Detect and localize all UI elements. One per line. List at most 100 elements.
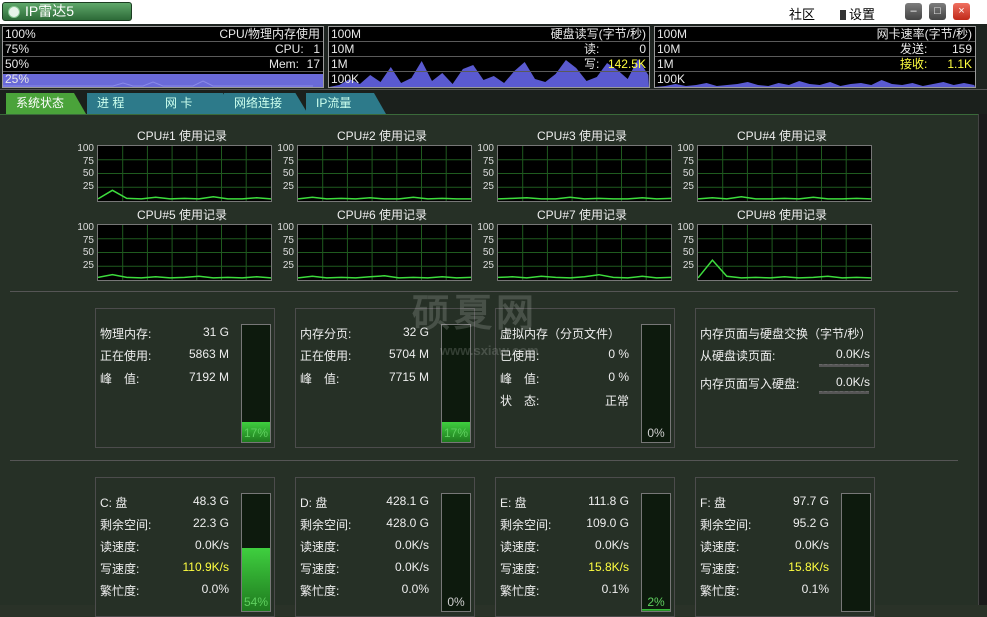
settings-link[interactable]: 设置 <box>840 4 875 23</box>
cpu8-history-title: CPU#8 使用记录 <box>736 208 828 222</box>
virtual-used-value: 0 % <box>608 347 629 361</box>
cpu-axis-tick: 100 <box>477 222 494 233</box>
read-label: 读速度: <box>700 540 740 554</box>
close-button[interactable]: × <box>953 3 970 20</box>
app-title-badge: IP雷达5 <box>2 2 132 21</box>
busy-label: 繁忙度: <box>500 584 540 598</box>
free-value: 109.0 G <box>586 516 629 530</box>
read-value: 0.0K/s <box>194 538 229 552</box>
page-usage-bar: 17% <box>441 324 471 443</box>
page-peak-value: 7715 M <box>388 370 429 384</box>
tab-connections[interactable]: 网络连接 <box>224 93 308 114</box>
cpu3-history-title: CPU#3 使用记录 <box>536 129 628 143</box>
write-value: 15.8K/s <box>788 560 829 574</box>
page-used-label: 正在使用: <box>300 349 352 363</box>
divider-2 <box>10 460 958 461</box>
disk-usage-percent: 2% <box>647 595 665 609</box>
minimize-button[interactable]: – <box>905 3 922 20</box>
cpu-axis-tick: 100 <box>677 222 694 233</box>
disk-total: 97.7 G <box>792 494 829 508</box>
tab-ip-traffic[interactable]: IP流量 <box>306 93 386 114</box>
disk-level-10m: 10M <box>331 42 355 56</box>
cpu-axis-tick: 100 <box>77 143 94 154</box>
physical-memory-panel: 物理内存: 31 G 正在使用: 5863 M 峰 值: 7192 M 17% <box>95 308 275 448</box>
read-label: 读速度: <box>500 540 540 554</box>
busy-value: 0.1% <box>801 582 829 596</box>
tab-system-status[interactable]: 系统状态 <box>6 93 86 114</box>
virtual-status-label: 状 态: <box>500 394 540 408</box>
cpu5-usage-line <box>97 273 272 279</box>
cpu6-history-graph <box>297 224 472 281</box>
cpu-axis-tick: 100 <box>277 222 294 233</box>
cpu-axis-tick: 25 <box>282 180 294 192</box>
cpu4-axis: 100 75 50 25 <box>674 143 694 193</box>
swap-out-label: 内存页面写入硬盘: <box>700 377 800 391</box>
disk-level-100m: 100M <box>331 27 362 41</box>
cpu4-history-graph <box>697 145 872 202</box>
net-send-value: 159 <box>951 42 972 56</box>
cpu-axis-tick: 75 <box>282 234 294 246</box>
cpu-axis-tick: 50 <box>82 168 94 179</box>
phys-usage-bar: 17% <box>241 324 271 443</box>
watermark-text: 硕夏网 <box>412 293 539 335</box>
disk-name: C: 盘 <box>100 496 128 510</box>
cpu6-history-title: CPU#6 使用记录 <box>336 208 428 222</box>
disk-panel: E: 盘 111.8 G 剩余空间: 109.0 G 读速度: 0.0K/s 写速度: 15.… <box>495 477 675 617</box>
swap-in-value: 0.0K/s <box>835 347 870 361</box>
cpu2-history-graph <box>297 145 472 202</box>
write-value: 110.9K/s <box>182 560 229 574</box>
swap-in-label: 从硬盘读页面: <box>700 349 776 363</box>
virtual-peak-value: 0 % <box>608 370 629 384</box>
tab-network-card[interactable]: 网 卡 <box>155 93 235 114</box>
virtual-usage-percent: 0% <box>647 426 665 440</box>
cpu-mem-monitor: 100% CPU/物理内存使用 75% CPU: 1 50% Mem: 17 25% <box>2 26 324 88</box>
phys-usage-percent: 17% <box>243 426 269 440</box>
disk-panel: C: 盘 48.3 G 剩余空间: 22.3 G 读速度: 0.0K/s 写速度: 110.9… <box>95 477 275 617</box>
app-title: IP雷达5 <box>25 3 75 19</box>
cpu-label: CPU: <box>275 42 304 56</box>
mem-value: 17 <box>306 57 320 71</box>
cpu3-usage-line <box>497 196 672 200</box>
read-value: 0.0K/s <box>394 538 429 552</box>
cpu-axis-tick: 50 <box>682 168 694 179</box>
cpu-axis-tick: 50 <box>282 168 294 179</box>
free-value: 22.3 G <box>192 516 229 530</box>
cpu-axis-tick: 25 <box>482 180 494 192</box>
disk-usage-fill <box>642 608 670 611</box>
disk-usage-bar <box>841 493 871 612</box>
cpu6-axis: 100 75 50 25 <box>274 222 294 272</box>
disk-usage-bar: 0% <box>441 493 471 612</box>
net-level-1m: 1M <box>657 57 674 71</box>
cpu-axis-tick: 50 <box>482 247 494 258</box>
phys-total-label: 物理内存: <box>100 327 152 341</box>
title-bar: IP雷达5 社区 设置 – □ × <box>0 0 987 24</box>
disk-level-1m: 1M <box>331 57 348 71</box>
app-logo-icon <box>8 6 20 18</box>
phys-used-label: 正在使用: <box>100 349 152 363</box>
cpu-value: 1 <box>313 42 320 56</box>
busy-value: 0.1% <box>601 582 629 596</box>
cpu-axis-tick: 100 <box>77 222 94 233</box>
cpu-axis-tick: 100 <box>477 143 494 154</box>
cpu5-history-title: CPU#5 使用记录 <box>136 208 228 222</box>
phys-peak-value: 7192 M <box>188 370 229 384</box>
vertical-scrollbar[interactable] <box>978 114 987 605</box>
cpu8-usage-line <box>697 258 872 279</box>
disk-usage-bar: 2% <box>641 493 671 612</box>
disk-panel: F: 盘 97.7 G 剩余空间: 95.2 G 读速度: 0.0K/s 写速度: 15.8K… <box>695 477 875 617</box>
free-label: 剩余空间: <box>700 518 752 532</box>
maximize-button[interactable]: □ <box>929 3 946 20</box>
cpu2-history-title: CPU#2 使用记录 <box>336 129 428 143</box>
cpu5-history-graph <box>97 224 272 281</box>
net-level-100k: 100K <box>657 72 686 86</box>
cpu1-axis: 100 75 50 25 <box>74 143 94 193</box>
cpu-axis-tick: 100 <box>677 143 694 154</box>
cpu-axis-tick: 75 <box>82 234 94 246</box>
write-value: 0.0K/s <box>394 560 429 574</box>
disk-read-label: 读: <box>584 42 600 56</box>
community-link[interactable]: 社区 <box>789 4 815 23</box>
net-recv-value: 1.1K <box>947 57 972 71</box>
cpu-axis-tick: 75 <box>682 234 694 246</box>
cpu-axis-tick: 75 <box>682 155 694 167</box>
busy-label: 繁忙度: <box>300 584 340 598</box>
